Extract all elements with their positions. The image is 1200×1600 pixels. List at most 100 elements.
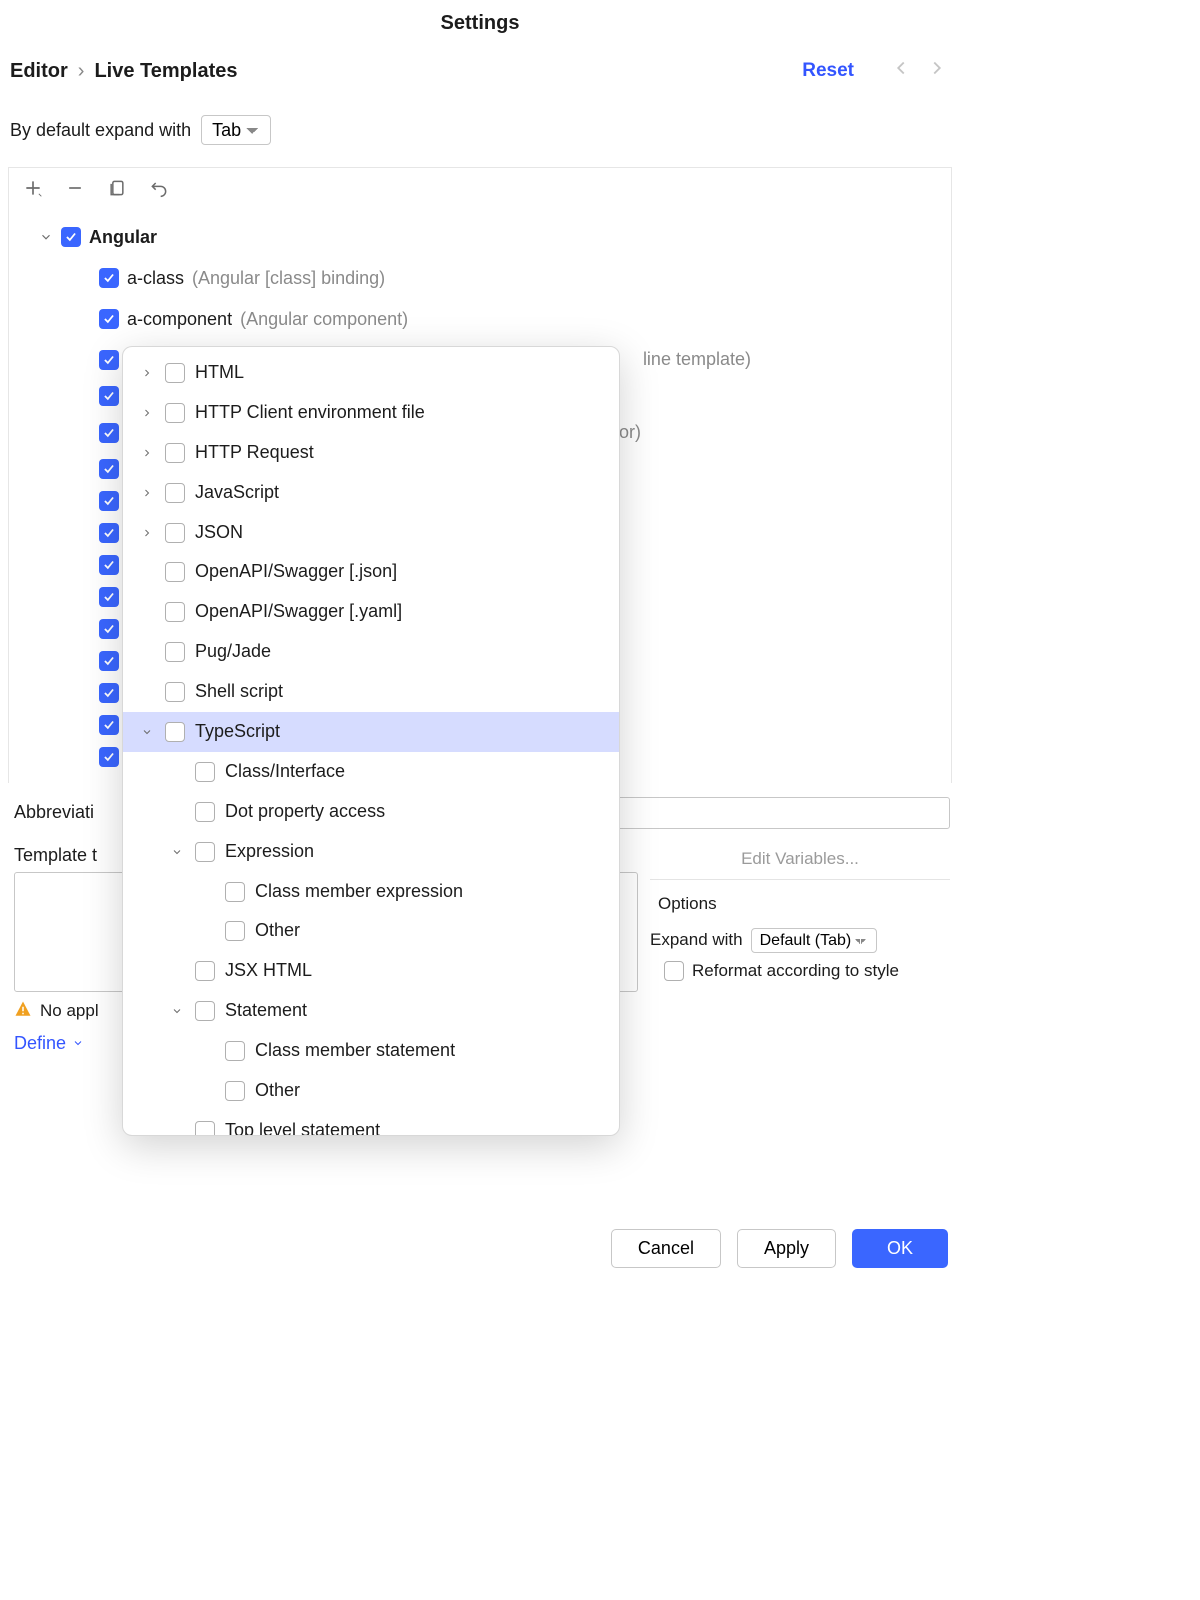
context-item-label: JSX HTML [225, 957, 312, 985]
context-item[interactable]: HTML [123, 353, 619, 393]
checkbox-icon[interactable] [99, 350, 119, 370]
add-icon[interactable] [23, 178, 43, 203]
chevron-right-icon [139, 487, 155, 499]
checkbox-icon[interactable] [99, 491, 119, 511]
checkbox-icon[interactable] [195, 961, 215, 981]
checkbox-icon[interactable] [165, 642, 185, 662]
edit-variables-button[interactable]: Edit Variables... [650, 845, 950, 880]
context-item[interactable]: TypeScript [123, 712, 619, 752]
context-item[interactable]: Expression [123, 832, 619, 872]
nav-arrows [890, 57, 948, 85]
context-item[interactable]: Top level statement [123, 1111, 619, 1136]
context-item[interactable]: Dot property access [123, 792, 619, 832]
checkbox-icon[interactable] [165, 363, 185, 383]
context-item[interactable]: HTTP Request [123, 433, 619, 473]
checkbox-icon[interactable] [165, 602, 185, 622]
context-item-label: HTTP Client environment file [195, 399, 425, 427]
context-item[interactable]: Pug/Jade [123, 632, 619, 672]
context-item[interactable]: HTTP Client environment file [123, 393, 619, 433]
expand-with-select[interactable]: Tab [201, 115, 271, 145]
template-key: a-component [127, 305, 232, 334]
checkbox-icon[interactable] [99, 386, 119, 406]
copy-icon[interactable] [107, 178, 127, 203]
context-item[interactable]: Other [123, 911, 619, 951]
template-desc-peek: line template) [643, 345, 751, 374]
context-item[interactable]: JSX HTML [123, 951, 619, 991]
context-item[interactable]: OpenAPI/Swagger [.json] [123, 552, 619, 592]
template-a-component[interactable]: a-component (Angular component) [9, 299, 951, 340]
context-item-label: Pug/Jade [195, 638, 271, 666]
undo-icon[interactable] [149, 178, 169, 203]
checkbox-icon[interactable] [99, 683, 119, 703]
expand-with-select-local[interactable]: Default (Tab) [751, 928, 877, 953]
expand-with-label: Expand with [650, 930, 743, 950]
checkbox-icon[interactable] [99, 309, 119, 329]
context-popover[interactable]: HTML HTTP Client environment file HTTP Req… [122, 346, 620, 1136]
apply-button[interactable]: Apply [737, 1229, 836, 1268]
context-item[interactable]: Shell script [123, 672, 619, 712]
ok-button[interactable]: OK [852, 1229, 948, 1268]
checkbox-icon[interactable] [99, 587, 119, 607]
group-label: Angular [89, 223, 157, 252]
forward-arrow-icon[interactable] [926, 57, 948, 85]
checkbox-icon[interactable] [165, 403, 185, 423]
checkbox-icon[interactable] [99, 555, 119, 575]
expand-with-label: By default expand with [10, 120, 191, 141]
checkbox-icon[interactable] [99, 715, 119, 735]
context-item-label: JSON [195, 519, 243, 547]
reset-link[interactable]: Reset [802, 60, 854, 82]
context-item-label: Class/Interface [225, 758, 345, 786]
breadcrumb-editor[interactable]: Editor [10, 60, 68, 83]
context-item[interactable]: Other [123, 1071, 619, 1111]
checkbox-icon[interactable] [99, 747, 119, 767]
breadcrumb-separator: › [78, 60, 85, 83]
checkbox-icon[interactable] [99, 523, 119, 543]
checkbox-icon[interactable] [225, 921, 245, 941]
context-item-label: Expression [225, 838, 314, 866]
checkbox-icon[interactable] [195, 1121, 215, 1136]
context-item[interactable]: Class member statement [123, 1031, 619, 1071]
dialog-footer: Cancel Apply OK [611, 1215, 948, 1268]
context-item[interactable]: Class member expression [123, 872, 619, 912]
checkbox-icon[interactable] [195, 1001, 215, 1021]
group-angular[interactable]: Angular [9, 217, 951, 258]
breadcrumb-live-templates[interactable]: Live Templates [94, 60, 237, 83]
checkbox-icon[interactable] [165, 562, 185, 582]
checkbox-icon[interactable] [225, 1041, 245, 1061]
expand-with-option: Expand with Default (Tab) [650, 924, 950, 961]
checkbox-icon[interactable] [165, 523, 185, 543]
checkbox-icon[interactable] [165, 722, 185, 742]
template-desc: (Angular component) [240, 305, 408, 334]
context-item[interactable]: JavaScript [123, 473, 619, 513]
checkbox-icon[interactable] [195, 802, 215, 822]
template-key: a-class [127, 264, 184, 293]
reformat-option[interactable]: Reformat according to style [650, 961, 950, 981]
checkbox-icon[interactable] [99, 423, 119, 443]
checkbox-icon[interactable] [61, 227, 81, 247]
checkbox-icon[interactable] [664, 961, 684, 981]
remove-icon[interactable] [65, 178, 85, 203]
chevron-down-icon [139, 726, 155, 738]
back-arrow-icon[interactable] [890, 57, 912, 85]
context-item[interactable]: OpenAPI/Swagger [.yaml] [123, 592, 619, 632]
checkbox-icon[interactable] [225, 882, 245, 902]
checkbox-icon[interactable] [165, 682, 185, 702]
checkbox-icon[interactable] [99, 651, 119, 671]
checkbox-icon[interactable] [195, 762, 215, 782]
checkbox-icon[interactable] [225, 1081, 245, 1101]
context-item[interactable]: Class/Interface [123, 752, 619, 792]
checkbox-icon[interactable] [165, 443, 185, 463]
checkbox-icon[interactable] [195, 842, 215, 862]
checkbox-icon[interactable] [99, 268, 119, 288]
checkbox-icon[interactable] [99, 459, 119, 479]
context-item-label: OpenAPI/Swagger [.json] [195, 558, 397, 586]
checkbox-icon[interactable] [165, 483, 185, 503]
chevron-right-icon [139, 407, 155, 419]
context-item-label: HTTP Request [195, 439, 314, 467]
template-a-class[interactable]: a-class (Angular [class] binding) [9, 258, 951, 299]
description-input[interactable] [614, 797, 950, 829]
checkbox-icon[interactable] [99, 619, 119, 639]
cancel-button[interactable]: Cancel [611, 1229, 721, 1268]
context-item[interactable]: Statement [123, 991, 619, 1031]
context-item[interactable]: JSON [123, 513, 619, 553]
